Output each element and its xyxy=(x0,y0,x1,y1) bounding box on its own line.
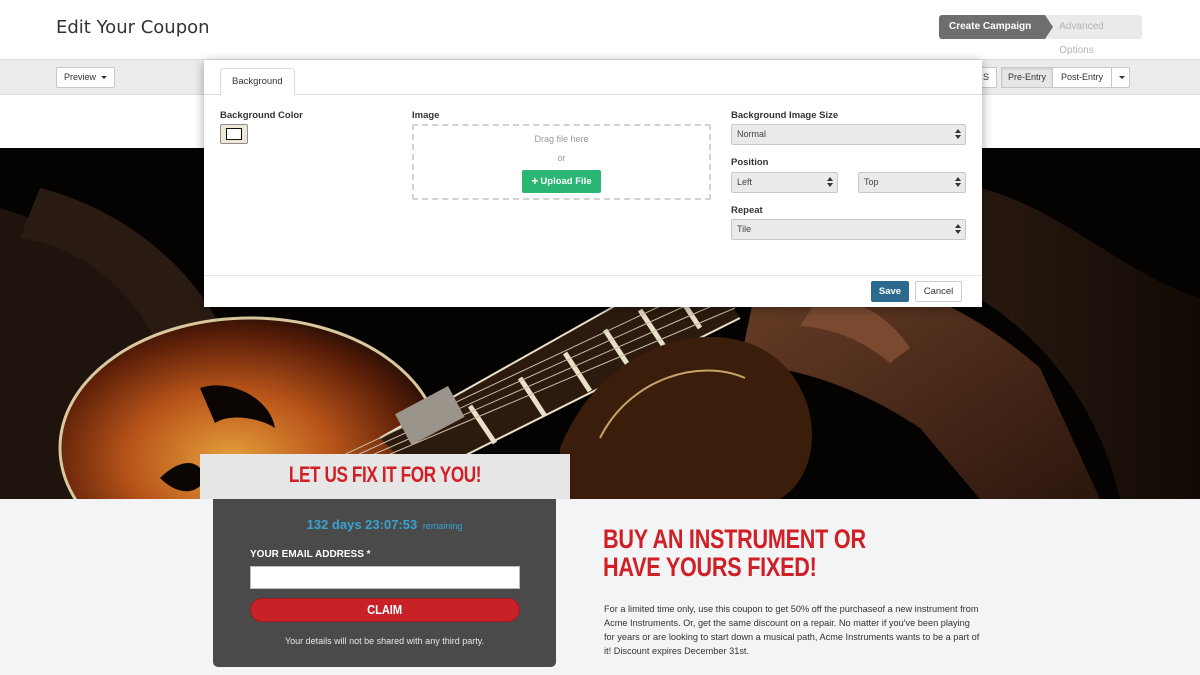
preview-button-label: Preview xyxy=(64,72,97,82)
modal-footer-divider xyxy=(204,275,982,276)
post-entry-button[interactable]: Post-Entry xyxy=(1052,67,1112,88)
background-color-label: Background Color xyxy=(220,110,303,121)
select-arrows-icon xyxy=(955,129,961,140)
countdown-timer: 132 days 23:07:53 remaining xyxy=(213,517,556,532)
image-size-label: Background Image Size xyxy=(731,110,839,121)
claim-button[interactable]: CLAIM xyxy=(250,598,520,622)
image-label: Image xyxy=(412,110,440,121)
color-swatch xyxy=(226,128,242,140)
promo-title: BUY AN INSTRUMENT OR HAVE YOURS FIXED! xyxy=(603,524,866,582)
save-button[interactable]: Save xyxy=(871,281,909,302)
background-settings-modal: Background Background Color Image Drag f… xyxy=(204,60,982,307)
image-size-value: Normal xyxy=(737,129,767,139)
coupon-form: 132 days 23:07:53 remaining YOUR EMAIL A… xyxy=(213,499,556,667)
position-label: Position xyxy=(731,157,769,168)
drag-file-text: Drag file here xyxy=(534,134,589,144)
repeat-select[interactable]: Tile xyxy=(731,219,966,240)
step-advanced-options[interactable]: Advanced Options xyxy=(1045,15,1143,56)
step-indicator: Create Campaign Advanced Options xyxy=(939,15,1143,56)
claim-button-label: CLAIM xyxy=(367,602,403,617)
select-arrows-icon xyxy=(955,224,961,235)
coupon-title: LET US FIX IT FOR YOU! xyxy=(288,462,482,487)
email-label: YOUR EMAIL ADDRESS * xyxy=(250,549,371,560)
preview-button[interactable]: Preview xyxy=(56,67,115,88)
cancel-button[interactable]: Cancel xyxy=(915,281,962,302)
position-y-value: Top xyxy=(864,177,879,187)
select-arrows-icon xyxy=(955,177,961,188)
repeat-value: Tile xyxy=(737,224,752,234)
tab-background[interactable]: Background xyxy=(220,68,295,96)
select-arrows-icon xyxy=(827,177,833,188)
image-size-select[interactable]: Normal xyxy=(731,124,966,145)
background-color-picker[interactable] xyxy=(220,124,248,144)
plus-icon: + xyxy=(531,174,539,188)
position-x-value: Left xyxy=(737,177,753,187)
modal-tabs: Background xyxy=(204,60,982,96)
privacy-note: Your details will not be shared with any… xyxy=(284,636,485,646)
pre-entry-button[interactable]: Pre-Entry xyxy=(1001,67,1053,88)
caret-down-icon xyxy=(100,76,107,80)
position-x-select[interactable]: Left xyxy=(731,172,838,193)
step-create-campaign[interactable]: Create Campaign xyxy=(939,15,1054,39)
more-options-button[interactable] xyxy=(1111,67,1130,88)
email-field[interactable] xyxy=(250,566,520,589)
upload-file-button[interactable]: + Upload File xyxy=(522,170,601,193)
image-dropzone[interactable]: Drag file here or + Upload File xyxy=(412,124,711,200)
coupon-header: LET US FIX IT FOR YOU! xyxy=(200,454,570,499)
countdown-suffix: remaining xyxy=(422,521,463,531)
upload-file-label: Upload File xyxy=(540,176,592,187)
or-text: or xyxy=(557,153,566,163)
page-header: Edit Your Coupon Create Campaign Advance… xyxy=(0,0,1200,60)
page-title: Edit Your Coupon xyxy=(56,17,210,38)
promo-description: For a limited time only, use this coupon… xyxy=(604,604,980,656)
position-y-select[interactable]: Top xyxy=(858,172,966,193)
caret-down-icon xyxy=(1119,76,1125,80)
countdown-value: 132 days 23:07:53 xyxy=(306,517,418,532)
repeat-label: Repeat xyxy=(731,205,763,216)
